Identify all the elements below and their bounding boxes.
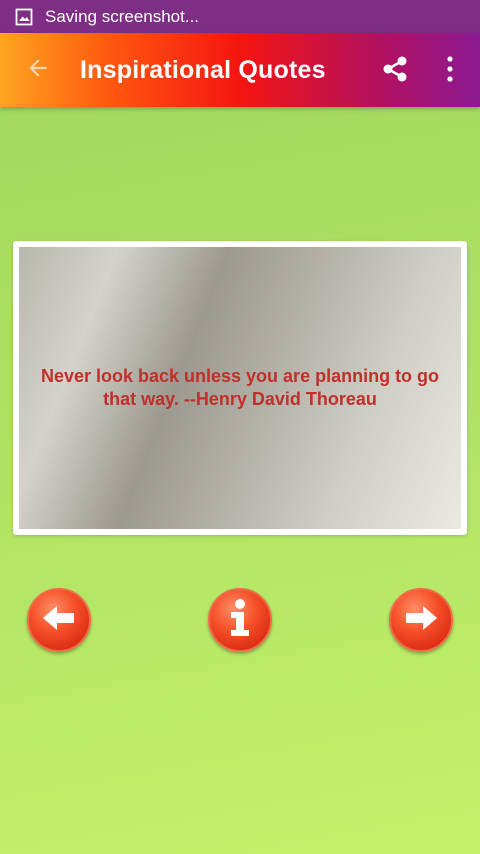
- app-bar: Inspirational Quotes: [0, 33, 480, 107]
- info-icon: [225, 598, 255, 643]
- more-vert-icon: [446, 55, 454, 87]
- quote-text: Never look back unless you are planning …: [40, 366, 440, 409]
- previous-quote-button[interactable]: [27, 588, 91, 652]
- status-text: Saving screenshot...: [45, 6, 200, 26]
- quote-card: Never look back unless you are planning …: [13, 241, 467, 535]
- overflow-menu-button[interactable]: [436, 51, 464, 91]
- info-button[interactable]: [208, 588, 272, 652]
- share-button[interactable]: [375, 51, 415, 91]
- arrow-right-icon: [403, 603, 439, 638]
- arrow-left-icon: [25, 55, 51, 86]
- arrow-left-icon: [41, 603, 77, 638]
- image-icon: [15, 8, 33, 26]
- status-bar: Saving screenshot...: [0, 0, 480, 33]
- page-title: Inspirational Quotes: [80, 55, 326, 84]
- next-quote-button[interactable]: [389, 588, 453, 652]
- share-icon: [379, 53, 411, 90]
- back-button[interactable]: [18, 50, 58, 90]
- quote-panel: Never look back unless you are planning …: [19, 247, 461, 529]
